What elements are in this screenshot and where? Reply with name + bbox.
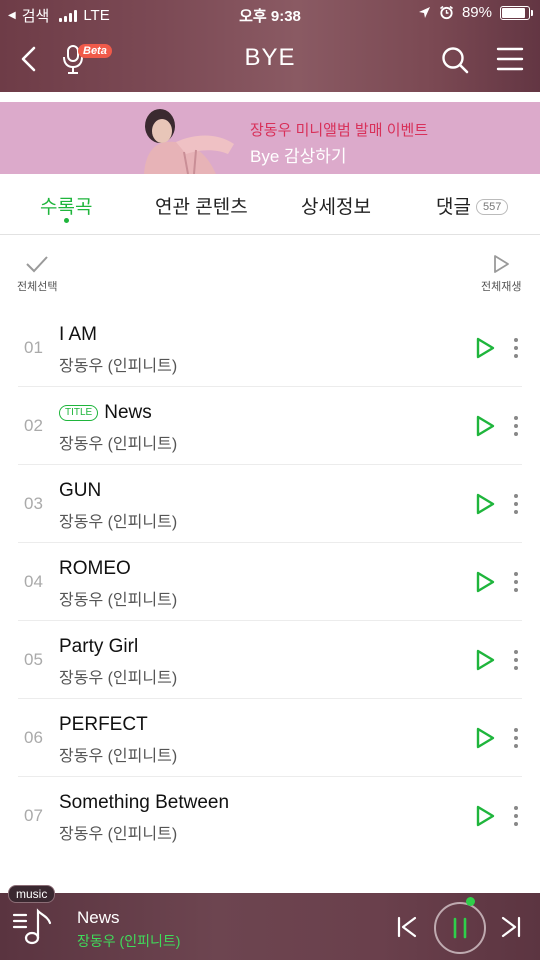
track-artist: 장동우 (인피니트) [59,436,178,453]
battery-fill [502,7,526,18]
title-track-badge: TITLE [59,405,99,421]
track-artist: 장동우 (인피니트) [59,826,178,843]
music-tag: music [8,885,56,903]
play-icon[interactable] [474,336,496,360]
track-row[interactable]: 05 Party Girl 장동우 (인피니트) [0,621,540,699]
track-row[interactable]: 06 PERFECT 장동우 (인피니트) [0,699,540,777]
search-icon[interactable] [440,45,470,75]
skip-next-icon[interactable] [500,915,522,939]
track-number: 01 [24,338,43,357]
select-all-label: 전체선택 [17,281,58,293]
track-row[interactable]: 07 Something Between 장동우 (인피니트) [0,777,540,855]
track-title-wrap: GUN [59,480,101,502]
pause-button[interactable] [434,897,486,954]
status-bar: ◀ 검색 LTE 오후 9:38 89% [0,0,540,28]
status-right: 89% [418,4,533,21]
track-title: Something Between [59,792,230,813]
nav-bar: Beta BYE [0,30,540,90]
track-row[interactable]: 01 I AM 장동우 (인피니트) [0,309,540,387]
play-icon[interactable] [474,648,496,672]
track-title: PERFECT [59,714,148,735]
track-title: GUN [59,480,102,501]
play-all-label: 전체재생 [481,281,522,293]
track-number: 02 [24,416,43,435]
track-title: ROMEO [59,558,131,579]
tab-tracks[interactable]: 수록곡 [40,192,92,219]
track-list: 01 I AM 장동우 (인피니트) 02 TITLE News 장동우 (인피니트) 03 G… [0,309,540,855]
artist-photo [144,109,234,174]
track-title: News [104,402,152,423]
battery-percent: 89% [461,4,492,21]
track-number: 03 [24,494,43,513]
play-icon[interactable] [474,570,496,594]
track-row[interactable]: 04 ROMEO 장동우 (인피니트) [0,543,540,621]
comment-count-badge: 557 [475,199,509,215]
track-title-wrap: I AM [59,324,97,346]
track-artist: 장동우 (인피니트) [59,592,178,609]
track-artist: 장동우 (인피니트) [59,670,178,687]
track-title-wrap: Party Girl [59,636,138,658]
battery-icon [500,5,533,20]
mini-player[interactable]: music News 장동우 (인피니트) [0,885,540,960]
track-title: Party Girl [59,636,139,657]
more-vertical-icon[interactable] [508,805,524,827]
more-vertical-icon[interactable] [508,727,524,749]
track-title-wrap: PERFECT [59,714,148,736]
active-tab-indicator [64,218,69,223]
track-row[interactable]: 02 TITLE News 장동우 (인피니트) [0,387,540,465]
track-artist: 장동우 (인피니트) [59,748,178,765]
track-row[interactable]: 03 GUN 장동우 (인피니트) [0,465,540,543]
more-vertical-icon[interactable] [508,649,524,671]
select-all-button[interactable]: 전체선택 [17,254,57,294]
skip-previous-icon[interactable] [396,915,418,939]
checkmark-icon [26,256,48,273]
track-number: 04 [24,572,43,591]
play-icon[interactable] [474,414,496,438]
track-artist: 장동우 (인피니트) [59,514,178,531]
more-vertical-icon[interactable] [508,415,524,437]
tab-comments-label: 댓글 [436,197,471,218]
alarm-icon [439,5,453,20]
track-number: 06 [24,728,43,747]
banner-headline: 장동우 미니앨범 발매 이벤트 [250,122,429,139]
tab-details[interactable]: 상세정보 [301,192,371,219]
tab-bar: 수록곡 연관 콘텐츠 상세정보 댓글 557 [0,174,540,235]
track-title-wrap: TITLE News [59,402,152,424]
track-artist: 장동우 (인피니트) [59,358,178,375]
banner-subline: Bye 감상하기 [250,147,347,166]
more-vertical-icon[interactable] [508,571,524,593]
play-all-button[interactable]: 전체재생 [481,254,521,294]
event-banner[interactable]: 장동우 미니앨범 발매 이벤트 Bye 감상하기 [0,102,540,174]
more-vertical-icon[interactable] [508,493,524,515]
now-playing-title: News [77,908,120,927]
track-title: I AM [59,324,98,345]
tab-comments[interactable]: 댓글 557 [436,192,509,219]
track-number: 05 [24,650,43,669]
playlist-note-icon[interactable] [12,907,54,947]
more-vertical-icon[interactable] [508,337,524,359]
track-title-wrap: Something Between [59,792,229,814]
track-title-wrap: ROMEO [59,558,131,580]
play-icon[interactable] [474,804,496,828]
app-header: ◀ 검색 LTE 오후 9:38 89% Beta BYE [0,0,540,92]
pause-icon [453,917,467,939]
tab-related-content[interactable]: 연관 콘텐츠 [155,192,248,219]
play-icon[interactable] [474,726,496,750]
now-playing-artist: 장동우 (인피니트) [77,933,181,949]
hamburger-menu-icon[interactable] [496,46,524,72]
location-icon [418,7,430,18]
track-number: 07 [24,806,43,825]
play-outline-icon [494,255,510,273]
play-icon[interactable] [474,492,496,516]
